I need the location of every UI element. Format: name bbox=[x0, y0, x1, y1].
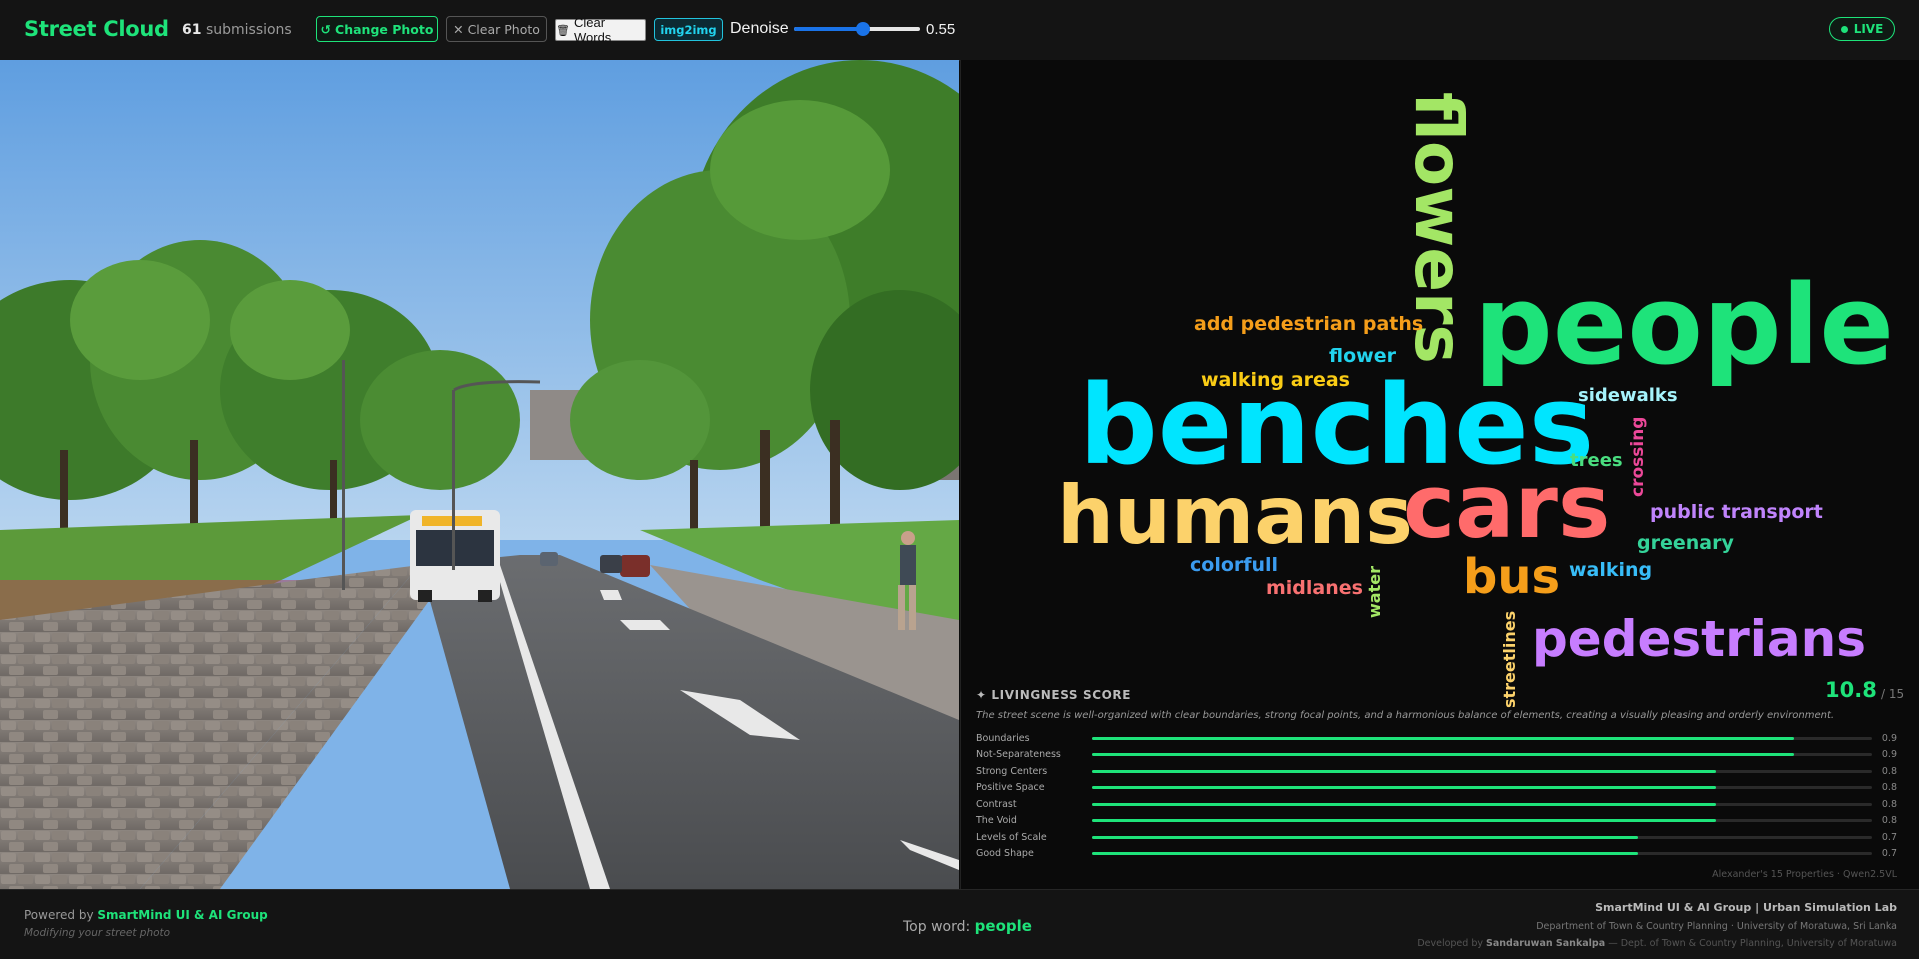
metric-name: Levels of Scale bbox=[976, 832, 1047, 843]
metric-value: 0.8 bbox=[1881, 799, 1897, 810]
metric-value: 0.7 bbox=[1881, 848, 1897, 859]
metric-bar-track bbox=[1092, 819, 1872, 822]
developer-name: Sandaruwan Sankalpa bbox=[1486, 938, 1606, 949]
cloud-word-walking: walking bbox=[1569, 559, 1653, 581]
submission-count: 61 bbox=[182, 22, 202, 38]
slider-thumb[interactable] bbox=[856, 22, 871, 36]
cloud-word-streetlines: streetlines bbox=[1500, 610, 1519, 708]
metric-name: Contrast bbox=[976, 799, 1017, 810]
metric-bar-track bbox=[1092, 770, 1872, 773]
denoise-slider[interactable] bbox=[794, 22, 920, 36]
close-icon: ✕ bbox=[453, 21, 464, 37]
metric-value: 0.8 bbox=[1881, 815, 1897, 826]
denoise-label: Denoise bbox=[730, 20, 789, 37]
cloud-word-midlanes: midlanes bbox=[1266, 577, 1363, 599]
slider-fill bbox=[794, 27, 864, 31]
metric-bar-fill bbox=[1092, 852, 1638, 855]
metric-bar-fill bbox=[1092, 803, 1716, 806]
metric-value: 0.8 bbox=[1881, 766, 1897, 777]
metric-name: Good Shape bbox=[976, 848, 1034, 859]
dept-line: Department of Town & Country Planning · … bbox=[1536, 921, 1897, 932]
metric-bar-fill bbox=[1092, 737, 1794, 740]
metric-name: The Void bbox=[976, 815, 1017, 826]
clear-photo-button[interactable]: ✕ Clear Photo bbox=[446, 16, 547, 42]
metric-bar-fill bbox=[1092, 753, 1794, 756]
dev-prefix: Developed by bbox=[1417, 938, 1483, 949]
livingness-score-max: / 15 bbox=[1881, 687, 1905, 701]
change-photo-label: Change Photo bbox=[335, 21, 434, 37]
denoise-value: 0.55 bbox=[926, 21, 956, 38]
model-credit: Alexander's 15 Properties · Qwen2.5VL bbox=[1712, 869, 1897, 880]
cloud-word-pedestrians: pedestrians bbox=[1532, 610, 1866, 668]
powered-prefix: Powered by bbox=[24, 908, 94, 922]
trash-icon: 🗑 bbox=[556, 24, 570, 37]
live-label: LIVE bbox=[1853, 22, 1884, 36]
cloud-word-bus: bus bbox=[1463, 549, 1561, 605]
metric-bar-track bbox=[1092, 737, 1872, 740]
metric-value: 0.9 bbox=[1881, 733, 1897, 744]
livingness-score-value: 10.8 bbox=[1825, 678, 1877, 702]
live-dot-icon bbox=[1840, 25, 1848, 33]
metric-row: Good Shape 0.7 bbox=[976, 847, 1897, 861]
live-badge: LIVE bbox=[1829, 17, 1895, 41]
metric-row: Boundaries 0.9 bbox=[976, 732, 1897, 746]
metric-bar-track bbox=[1092, 852, 1872, 855]
metric-bar-fill bbox=[1092, 819, 1716, 822]
metric-bar-fill bbox=[1092, 836, 1638, 839]
developer-line: Developed by Sandaruwan Sankalpa — Dept.… bbox=[1417, 938, 1897, 949]
footer: Powered by SmartMind UI & AI Group Modif… bbox=[0, 889, 1919, 959]
cloud-word-add-pedestrian-paths: add pedestrian paths bbox=[1194, 313, 1424, 335]
dev-suffix: — Dept. of Town & Country Planning, Univ… bbox=[1608, 938, 1897, 949]
cloud-word-crossing: crossing bbox=[1628, 416, 1648, 497]
cloud-word-greenary: greenary bbox=[1637, 532, 1734, 554]
clear-photo-label: Clear Photo bbox=[467, 21, 540, 37]
metric-bar-fill bbox=[1092, 786, 1716, 789]
metric-value: 0.8 bbox=[1881, 782, 1897, 793]
img2img-toggle[interactable]: img2img bbox=[654, 18, 723, 41]
metric-row: Levels of Scale 0.7 bbox=[976, 831, 1897, 845]
cloud-word-humans: humans bbox=[1057, 469, 1413, 562]
street-scene-image bbox=[0, 60, 959, 889]
metric-value: 0.7 bbox=[1881, 832, 1897, 843]
top-word-value: people bbox=[974, 917, 1032, 935]
metric-bar-track bbox=[1092, 753, 1872, 756]
status-text: Modifying your street photo bbox=[24, 927, 171, 939]
clear-words-button[interactable]: 🗑 Clear Words bbox=[555, 15, 646, 45]
metric-name: Strong Centers bbox=[976, 766, 1048, 777]
top-word-label: Top word: bbox=[903, 919, 971, 935]
metric-value: 0.9 bbox=[1881, 749, 1897, 760]
metric-row: Strong Centers 0.8 bbox=[976, 765, 1897, 779]
metric-name: Boundaries bbox=[976, 733, 1030, 744]
cloud-word-water: water bbox=[1365, 566, 1384, 618]
metric-bar-track bbox=[1092, 836, 1872, 839]
metric-bar-track bbox=[1092, 786, 1872, 789]
clear-words-label: Clear Words bbox=[573, 15, 612, 45]
metric-row: Contrast 0.8 bbox=[976, 798, 1897, 812]
powered-by: Powered by SmartMind UI & AI Group bbox=[24, 908, 268, 922]
metric-name: Positive Space bbox=[976, 782, 1045, 793]
livingness-description: The street scene is well-organized with … bbox=[976, 710, 1835, 721]
cloud-word-colorfull: colorfull bbox=[1190, 554, 1279, 576]
top-word: Top word: people bbox=[903, 917, 1032, 935]
metric-bar-track bbox=[1092, 803, 1872, 806]
top-bar: Street Cloud 61 submissions ↺ Change Phot… bbox=[0, 0, 1919, 61]
refresh-icon: ↺ bbox=[320, 21, 332, 37]
livingness-score-heading: ✦ LIVINGNESS SCORE bbox=[976, 688, 1132, 702]
metric-row: Not-Separateness 0.9 bbox=[976, 748, 1897, 762]
cloud-word-cars: cars bbox=[1403, 455, 1611, 558]
metric-row: The Void 0.8 bbox=[976, 814, 1897, 828]
org-line: SmartMind UI & AI Group | Urban Simulati… bbox=[1595, 901, 1897, 914]
change-photo-button[interactable]: ↺ Change Photo bbox=[316, 16, 438, 42]
street-photo bbox=[0, 60, 959, 889]
submission-label: submissions bbox=[205, 22, 292, 38]
metric-bar-fill bbox=[1092, 770, 1716, 773]
metric-name: Not-Separateness bbox=[976, 749, 1061, 760]
app-title: Street Cloud bbox=[24, 17, 169, 41]
powered-by-link[interactable]: SmartMind UI & AI Group bbox=[97, 908, 267, 922]
metric-row: Positive Space 0.8 bbox=[976, 781, 1897, 795]
cloud-word-public-transport: public transport bbox=[1650, 501, 1823, 523]
submission-counter: 61 submissions bbox=[182, 22, 292, 38]
